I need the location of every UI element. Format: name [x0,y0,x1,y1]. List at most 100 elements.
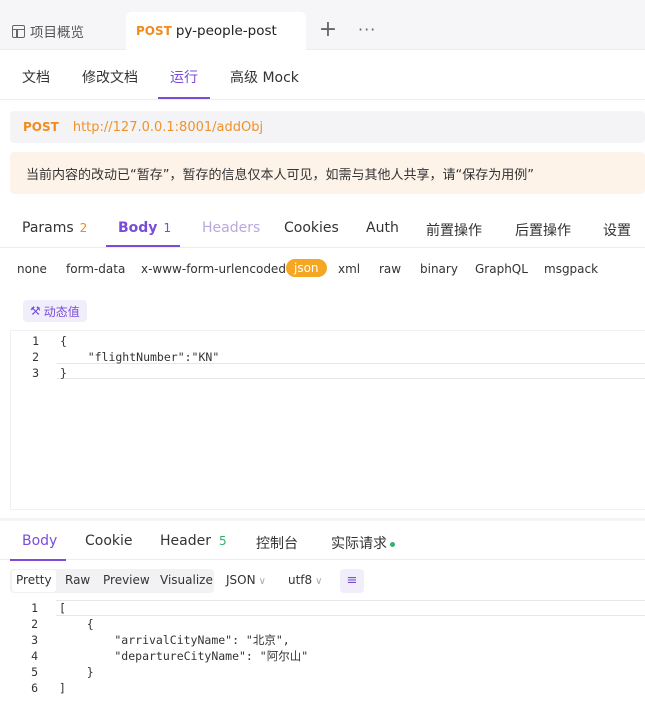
dynamic-value-button[interactable]: ⚒ 动态值 [23,300,87,322]
code-text: ] [59,681,66,695]
tab-body[interactable]: Body 1 [118,220,171,236]
code-line: 6 ] [10,680,645,696]
code-line: 2 { [10,616,645,632]
view-raw[interactable]: Raw [65,573,90,587]
body-type-form-data[interactable]: form-data [66,262,125,276]
add-tab-button[interactable]: + [318,18,338,42]
tab-params[interactable]: Params 2 [22,220,87,236]
line-number: 3 [32,366,39,380]
dynamic-value-label: 动态值 [43,304,80,319]
tab-py-people-post[interactable]: POST py-people-post [126,12,306,50]
response-body-viewer[interactable]: 1 [ 2 { 3 "arrivalCityName": "北京", 4 "de… [10,600,645,726]
line-number: 4 [31,649,38,663]
line-number: 5 [31,665,38,679]
chevron-down-icon: ∨ [258,576,266,587]
tab-pre-actions[interactable]: 前置操作 [426,220,482,240]
tab-method-badge: POST [136,24,172,38]
body-type-binary[interactable]: binary [420,262,458,276]
code-text: { [60,334,67,348]
request-url[interactable]: http://127.0.0.1:8001/addObj [73,120,263,135]
code-line: 5 } [10,664,645,680]
view-visualize[interactable]: Visualize [160,573,213,587]
tab-post-actions[interactable]: 后置操作 [515,220,571,240]
tab-params-label: Params [22,220,74,236]
body-type-msgpack[interactable]: msgpack [544,262,598,276]
code-line: 1 [ [10,600,645,616]
line-number: 1 [32,334,39,348]
word-wrap-button[interactable]: ≡ [340,569,364,593]
url-bar[interactable]: POST http://127.0.0.1:8001/addObj [10,111,645,143]
tab-settings[interactable]: 设置 [603,220,631,240]
wrap-lines-icon: ≡ [346,573,358,588]
encoding-dropdown[interactable]: utf8 ∨ [288,573,323,587]
line-number: 3 [31,633,38,647]
view-pretty[interactable]: Pretty [12,570,56,592]
subnav-active-indicator [158,97,210,99]
body-type-none[interactable]: none [17,262,47,276]
tab-bar: 项目概览 POST py-people-post + ··· [0,0,645,50]
tab-overview-label: 项目概览 [30,25,84,41]
overview-icon [12,24,25,38]
response-tab-active-indicator [10,559,66,561]
tab-auth[interactable]: Auth [366,220,399,236]
request-body-editor[interactable]: 1 { 2 "flightNumber":"KN" 3 } [10,330,645,510]
tab-project-overview[interactable]: 项目概览 [12,12,84,50]
resp-tab-actual-request[interactable]: 实际请求 [331,533,395,553]
encoding-value: utf8 [288,573,313,587]
subnav-advanced-mock[interactable]: 高级 Mock [230,67,299,87]
code-text: "departureCityName": "阿尔山" [59,649,309,663]
draft-notice-text: 当前内容的改动已“暂存”，暂存的信息仅本人可见，如需与其他人共享，请“保存为用例… [26,167,534,183]
tab-cookies[interactable]: Cookies [284,220,339,236]
tab-title: py-people-post [175,23,277,39]
status-dot-icon [390,541,395,547]
code-text: [ [59,601,66,615]
line-number: 2 [31,617,38,631]
code-text: "flightNumber":"KN" [60,350,220,364]
line-number: 2 [32,350,39,364]
resp-tab-cookie[interactable]: Cookie [85,533,133,549]
request-tab-active-indicator [106,245,180,247]
tab-body-count: 1 [163,221,172,235]
body-type-xml[interactable]: xml [338,262,360,276]
code-line: 3 } [11,365,645,381]
format-value: JSON [226,573,256,587]
magic-wand-icon: ⚒ [30,304,41,318]
resp-tab-console[interactable]: 控制台 [256,533,298,553]
code-line: 1 { [11,333,645,349]
body-type-json[interactable]: json [286,259,327,277]
line-number: 1 [31,601,38,615]
sub-nav: 文档 修改文档 运行 高级 Mock [0,50,645,100]
body-type-graphql[interactable]: GraphQL [475,262,528,276]
code-line: 3 "arrivalCityName": "北京", [10,632,645,648]
request-method[interactable]: POST [23,120,59,134]
resp-tab-header-label: Header [160,533,211,549]
tab-body-label: Body [118,220,158,236]
subnav-run[interactable]: 运行 [170,67,198,87]
code-line: 2 "flightNumber":"KN" [11,349,645,365]
draft-notice: 当前内容的改动已“暂存”，暂存的信息仅本人可见，如需与其他人共享，请“保存为用例… [10,152,645,194]
code-line: 4 "departureCityName": "阿尔山" [10,648,645,664]
more-tabs-button[interactable]: ··· [358,18,380,42]
code-text: } [60,366,67,380]
tab-params-count: 2 [79,221,88,235]
subnav-edit-docs[interactable]: 修改文档 [82,67,138,87]
resp-tab-actual-request-label: 实际请求 [331,536,387,552]
line-number: 6 [31,681,38,695]
code-text: { [59,617,94,631]
resp-tab-header[interactable]: Header 5 [160,533,227,549]
chevron-down-icon: ∨ [315,576,323,587]
request-tabs: Params 2 Body 1 Headers Cookies Auth 前置操作 … [0,208,645,248]
subnav-docs[interactable]: 文档 [22,67,50,87]
response-tabs: Body Cookie Header 5 控制台 实际请求 [0,518,645,561]
body-type-urlencoded[interactable]: x-www-form-urlencoded [141,262,286,276]
code-text: "arrivalCityName": "北京", [59,633,290,647]
code-text: } [59,665,94,679]
format-dropdown[interactable]: JSON ∨ [226,573,266,587]
view-preview[interactable]: Preview [103,573,150,587]
resp-tab-body[interactable]: Body [22,533,57,549]
resp-tab-header-count: 5 [218,534,227,548]
body-type-selector: none form-data x-www-form-urlencoded jso… [0,256,645,284]
body-type-raw[interactable]: raw [379,262,401,276]
response-view-selector: Pretty Raw Preview Visualize [10,569,214,593]
tab-headers[interactable]: Headers [202,220,260,236]
